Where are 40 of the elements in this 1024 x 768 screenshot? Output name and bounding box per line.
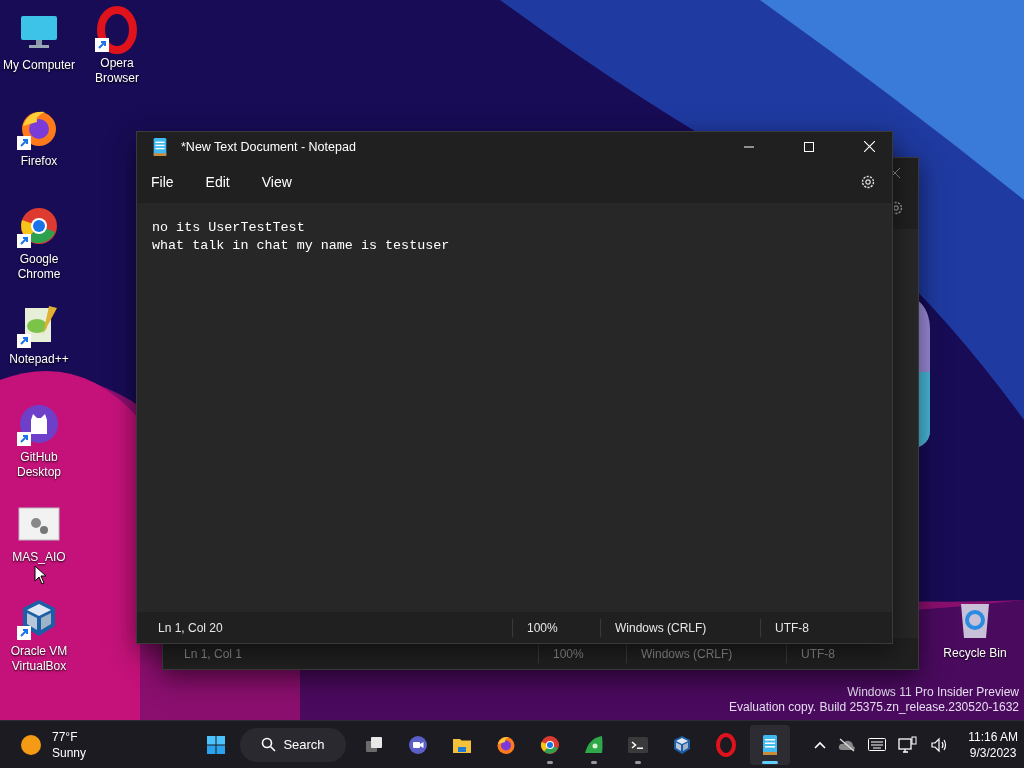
search-button[interactable]: Search — [240, 727, 346, 762]
status-text: 100% — [512, 618, 600, 637]
icon-label: Notepad++ — [9, 352, 69, 367]
icon-label: My Computer — [3, 58, 75, 73]
icon-label: GitHub Desktop — [16, 450, 62, 480]
clock-time[interactable]: 11:16 AM — [968, 728, 1018, 745]
temperature: 77°F — [52, 728, 79, 745]
clock-date[interactable]: 9/3/2023 — [969, 744, 1017, 761]
menu-item[interactable]: File — [145, 168, 188, 196]
status-text: Ln 1, Col 1 — [183, 645, 244, 663]
text-editor[interactable]: no its UserTestTest what talk in chat my name is testuser — [137, 203, 892, 612]
notepad-icon — [153, 137, 167, 156]
icon-label: Google Chrome — [16, 252, 62, 282]
minimize-icon — [744, 145, 754, 148]
icon-label: Opera Browser — [94, 56, 140, 86]
icon-label: MAS_AIO — [12, 550, 66, 565]
status-text: Windows (CRLF) — [600, 618, 760, 637]
settings-icon[interactable] — [894, 200, 904, 216]
cursor-icon — [34, 565, 48, 585]
keyboard-icon[interactable] — [866, 736, 889, 753]
maximize-icon — [804, 141, 814, 152]
icon-label: Firefox — [20, 154, 58, 169]
weather-condition: Sunny — [52, 744, 87, 761]
icon-label: Oracle VM VirtualBox — [9, 644, 69, 674]
window-title: *New Text Document - Notepad — [181, 139, 357, 154]
icon-label: Recycle Bin — [943, 646, 1007, 661]
edition-note: Evaluation copy. Build 25375.zn_release.230520-1632 — [729, 700, 1019, 715]
menu-item[interactable]: View — [255, 168, 306, 196]
close-icon — [863, 141, 875, 152]
search-icon — [261, 737, 277, 752]
status-text: Ln 1, Col 20 — [157, 619, 224, 637]
edition-note: Windows 11 Pro Insider Preview — [847, 685, 1019, 700]
text-line: no its UserTestTest — [152, 219, 306, 237]
menu-item[interactable]: Edit — [199, 168, 244, 196]
status-text: UTF-8 — [760, 618, 892, 637]
text-line: what talk in chat my name is testuser — [152, 237, 451, 255]
ring-icon — [714, 732, 738, 757]
settings-icon — [860, 174, 876, 190]
sun-icon[interactable] — [20, 733, 42, 756]
taskbar-app[interactable] — [750, 724, 790, 765]
